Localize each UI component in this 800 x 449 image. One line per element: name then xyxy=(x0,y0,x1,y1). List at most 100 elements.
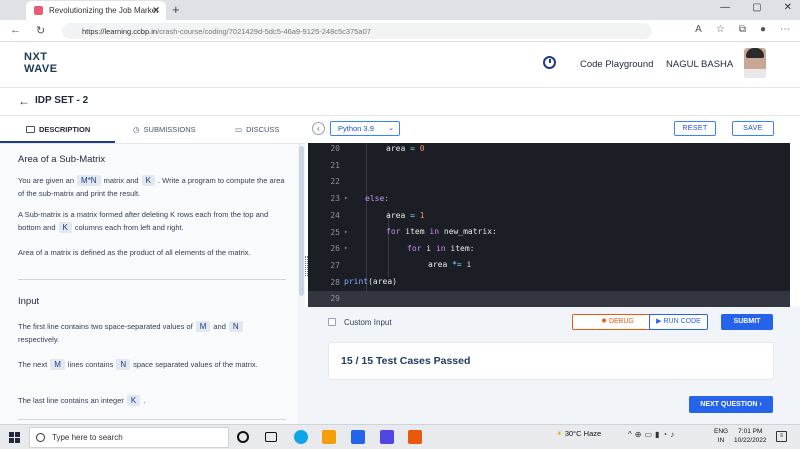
favorite-star-icon[interactable]: ☆ xyxy=(716,24,725,35)
divider xyxy=(18,419,286,420)
code-playground-link[interactable]: Code Playground xyxy=(580,59,653,70)
line-number: 22 xyxy=(330,177,340,187)
read-aloud-icon[interactable]: A xyxy=(695,24,702,35)
save-button[interactable]: SAVE xyxy=(732,121,774,136)
logo-line-2: WAVE xyxy=(24,63,58,75)
description-scrollbar[interactable] xyxy=(298,144,305,424)
avatar[interactable] xyxy=(744,48,766,78)
lang-line-2: IN xyxy=(717,437,725,444)
fold-chevron-icon[interactable]: ▾ xyxy=(344,245,348,252)
refresh-icon[interactable]: ↻ xyxy=(36,24,45,37)
line-number: 29 xyxy=(330,294,340,304)
app-header: NXT WAVE Code Playground NAGUL BASHA xyxy=(0,42,800,88)
chevron-down-icon: ⌄ xyxy=(388,125,394,132)
tab-description[interactable]: DESCRIPTION xyxy=(26,125,90,134)
code-line-20: area = 0 xyxy=(386,144,425,153)
tab-discuss[interactable]: ▭ DISCUSS xyxy=(235,125,279,134)
url-path: /crash-course/coding/7021429d-5dc5-46a9-… xyxy=(157,26,371,36)
browser-tab-strip: Revolutionizing the Job Market ✕ + — ▢ ✕ xyxy=(0,0,800,20)
app-icon[interactable] xyxy=(380,430,394,444)
custom-input-checkbox[interactable] xyxy=(328,318,336,326)
inline-code: K xyxy=(141,175,155,186)
code-editor[interactable]: area = 0 else: area = 1 for item in new_… xyxy=(308,143,790,307)
indent-guide xyxy=(388,211,389,277)
taskbar-clock[interactable]: 7:01 PM 10/22/2022 xyxy=(734,427,767,445)
code-line-25: for item in new_matrix: xyxy=(386,227,497,236)
fold-chevron-icon[interactable]: ▾ xyxy=(344,195,348,202)
input-language[interactable]: ENG IN xyxy=(714,427,728,445)
lang-line-1: ENG xyxy=(714,428,729,435)
description-paragraph-2: A Sub-matrix is a matrix formed after de… xyxy=(18,210,269,233)
code-line-23: else: xyxy=(365,194,390,203)
new-tab-icon[interactable]: + xyxy=(172,2,180,17)
line-number: 20 xyxy=(330,144,340,153)
tab-submissions[interactable]: ◷ SUBMISSIONS xyxy=(133,125,196,134)
scrollbar-thumb[interactable] xyxy=(299,146,304,296)
panel-resize-handle[interactable] xyxy=(305,256,308,276)
inline-code: M xyxy=(195,321,211,332)
active-tab-underline xyxy=(0,141,115,143)
line-number: 24 xyxy=(330,210,340,220)
browser-tab-title: Revolutionizing the Job Market xyxy=(49,6,159,15)
chat-icon: ▭ xyxy=(235,125,243,134)
back-arrow-icon[interactable]: ← xyxy=(10,24,21,36)
windows-start-icon[interactable] xyxy=(9,432,20,443)
user-name[interactable]: NAGUL BASHA xyxy=(666,59,733,70)
indent-guide xyxy=(366,143,367,291)
inline-code: M*N xyxy=(77,175,101,186)
taskbar-search-input[interactable]: Type here to search xyxy=(29,427,229,448)
input-paragraph-3: The last line contains an integer K. xyxy=(18,395,146,406)
browser-tab[interactable]: Revolutionizing the Job Market ✕ xyxy=(26,1,166,20)
run-code-button[interactable]: ▶ RUN CODE xyxy=(649,314,708,330)
code-line-24: area = 1 xyxy=(386,211,425,220)
editor-toolbar: ‹ Python 3.9 ⌄ RESET SAVE xyxy=(305,116,800,143)
browser-toolbar-icons: A ☆ ⧉ ● ⋯ xyxy=(695,24,790,35)
submit-button[interactable]: SUBMIT xyxy=(721,314,773,330)
reset-button[interactable]: RESET xyxy=(674,121,716,136)
problem-panel: DESCRIPTION ◷ SUBMISSIONS ▭ DISCUSS Area… xyxy=(0,116,305,424)
search-icon xyxy=(36,433,45,442)
office-icon[interactable] xyxy=(408,430,422,444)
cortana-icon[interactable] xyxy=(237,431,249,443)
set-bar: ← IDP SET - 2 xyxy=(0,88,800,116)
test-result-box: 15 / 15 Test Cases Passed xyxy=(328,342,774,380)
fold-chevron-icon[interactable]: ▾ xyxy=(344,229,348,236)
collapse-panel-icon[interactable]: ‹ xyxy=(312,122,325,135)
mail-icon[interactable] xyxy=(351,430,365,444)
notification-icon[interactable]: ≡ xyxy=(776,431,787,442)
minimize-icon[interactable]: — xyxy=(720,2,730,13)
collections-icon[interactable]: ⧉ xyxy=(739,24,746,35)
window-controls: — ▢ ✕ xyxy=(720,2,792,13)
url-input[interactable]: https://learning.ccbp.in/crash-course/co… xyxy=(62,23,652,39)
more-menu-icon[interactable]: ⋯ xyxy=(780,24,790,35)
clock-date: 10/22/2022 xyxy=(734,437,767,444)
favicon-icon xyxy=(34,6,43,15)
current-line-highlight xyxy=(308,291,790,307)
url-host: https://learning.ccbp.in xyxy=(82,26,158,36)
back-arrow-icon[interactable]: ← xyxy=(18,94,30,108)
problem-tabs: DESCRIPTION ◷ SUBMISSIONS ▭ DISCUSS xyxy=(0,116,305,144)
clock-time: 7:01 PM xyxy=(738,428,763,435)
edge-icon[interactable] xyxy=(294,430,308,444)
custom-input-label[interactable]: Custom Input xyxy=(344,318,392,327)
maximize-icon[interactable]: ▢ xyxy=(752,2,761,13)
close-window-icon[interactable]: ✕ xyxy=(784,2,792,13)
clock-icon: ◷ xyxy=(133,125,140,134)
language-select[interactable]: Python 3.9 ⌄ xyxy=(330,121,400,136)
line-number: 28 xyxy=(330,277,340,287)
stopwatch-icon[interactable] xyxy=(543,56,556,69)
chevron-right-icon: › xyxy=(757,401,762,408)
file-explorer-icon[interactable] xyxy=(322,430,336,444)
weather-status[interactable]: ☀ 30°C Haze xyxy=(556,429,601,438)
close-tab-icon[interactable]: ✕ xyxy=(152,5,160,16)
inline-code: N xyxy=(116,359,131,370)
tab-discuss-label: DISCUSS xyxy=(246,125,280,134)
task-view-icon[interactable] xyxy=(265,432,277,442)
set-title: IDP SET - 2 xyxy=(35,95,89,106)
code-line-27: area *= i xyxy=(428,260,472,269)
profile-icon[interactable]: ● xyxy=(760,24,766,35)
line-number: 26 xyxy=(330,244,340,254)
system-tray-icons[interactable]: ^⊕▭▮◔♪ xyxy=(628,430,677,439)
next-question-button[interactable]: NEXT QUESTION › xyxy=(689,396,773,413)
input-heading: Input xyxy=(18,296,40,307)
